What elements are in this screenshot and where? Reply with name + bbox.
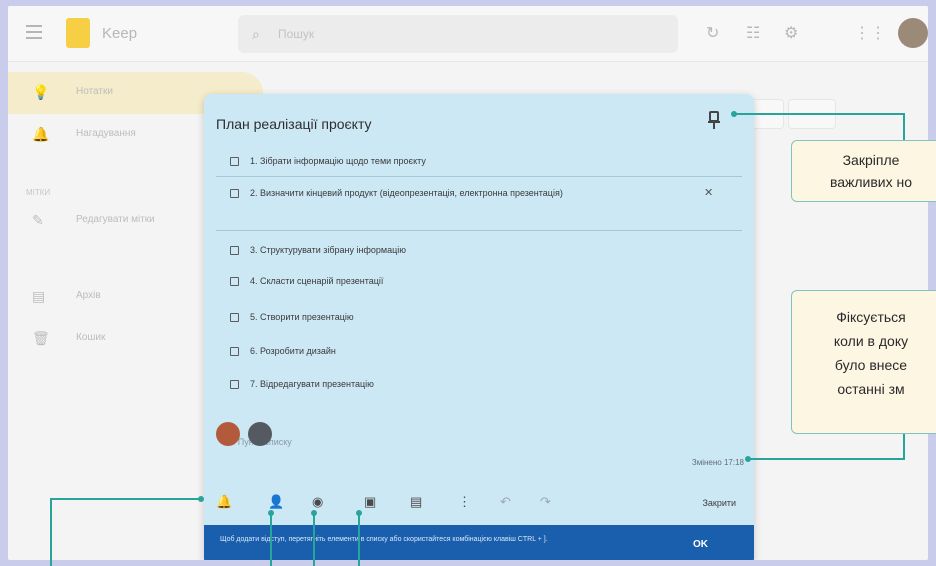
collaborator-avatar[interactable]: [248, 422, 272, 446]
more-icon[interactable]: ⋮: [458, 494, 471, 510]
item-divider: [216, 230, 742, 231]
bell-icon: 🔔: [32, 126, 50, 142]
refresh-icon[interactable]: ↻: [706, 23, 719, 43]
sidebar-item-label: Нагадування: [76, 128, 136, 139]
palette-icon[interactable]: ◉: [312, 494, 323, 510]
pin-callout-line: [734, 113, 904, 115]
list-item-text[interactable]: 3. Структурувати зібрану інформацію: [250, 243, 690, 258]
image-icon[interactable]: ▣: [364, 494, 376, 510]
edited-callout-line: [750, 458, 905, 460]
search-input[interactable]: Пошук: [278, 27, 314, 41]
settings-icon[interactable]: ⚙: [784, 23, 798, 43]
edited-callout-dot: [745, 456, 751, 462]
checkbox[interactable]: [230, 277, 239, 286]
callout-text: було внесе: [834, 357, 908, 373]
redo-icon[interactable]: ↷: [540, 494, 551, 510]
app-name: Keep: [102, 25, 138, 42]
reminder-icon[interactable]: 🔔: [216, 494, 232, 510]
account-avatar[interactable]: [898, 18, 928, 48]
pin-callout: Закріпле важливих но: [791, 140, 936, 202]
note-editor[interactable]: План реалізації проєкту 1. Зібрати інфор…: [204, 94, 754, 560]
archive-icon: ▤: [32, 288, 46, 304]
palette-callout-line: [313, 512, 315, 566]
edited-timestamp: Змінено 17:18: [691, 458, 744, 467]
list-item-text[interactable]: 4. Скласти сценарій презентації: [250, 274, 690, 289]
callout-text: Закріпле: [842, 152, 900, 168]
reminder-callout-line: [50, 498, 52, 566]
reminder-callout-line: [50, 498, 200, 500]
checkbox[interactable]: [230, 246, 239, 255]
checkbox[interactable]: [230, 347, 239, 356]
undo-icon[interactable]: ↶: [500, 494, 511, 510]
lightbulb-icon: 💡: [32, 84, 50, 100]
callout-text: Фіксується: [836, 309, 906, 325]
sidebar-item-label: Архів: [76, 290, 101, 301]
pencil-icon: ✎: [32, 212, 44, 228]
callout-text: важливих но: [829, 174, 913, 190]
archive-icon[interactable]: ▤: [410, 494, 422, 510]
search-icon: ⌕: [252, 26, 260, 42]
apps-grid-icon[interactable]: ⋮⋮: [854, 23, 886, 43]
edited-callout-line: [903, 434, 905, 459]
snackbar-text: Щоб додати відступ, перетягніть елементи…: [220, 536, 548, 543]
close-button[interactable]: Закрити: [702, 498, 736, 508]
sidebar-item-label: Редагувати мітки: [76, 214, 155, 225]
checkbox[interactable]: [230, 380, 239, 389]
labels-heading: МІТКИ: [26, 188, 51, 197]
keep-logo-icon: [66, 18, 90, 48]
list-item-text[interactable]: 1. Зібрати інформацію щодо теми проєкту: [250, 154, 690, 169]
sidebar-item-label: Кошик: [76, 332, 106, 343]
checkbox[interactable]: [230, 157, 239, 166]
sidebar-item-label: Нотатки: [76, 86, 113, 97]
collaborator-icon[interactable]: 👤: [268, 494, 284, 510]
snackbar-ok-button[interactable]: OK: [693, 539, 708, 550]
callout-text: останні зм: [837, 381, 905, 397]
collaborator-avatar[interactable]: [216, 422, 240, 446]
list-item-text[interactable]: 6. Розробити дизайн: [250, 344, 690, 359]
pin-icon[interactable]: [706, 110, 722, 132]
search-box[interactable]: ⌕ Пошук: [238, 15, 678, 53]
trash-icon: 🗑: [32, 330, 50, 346]
pin-callout-line: [903, 113, 905, 141]
image-callout-line: [358, 512, 360, 566]
top-bar: Keep ⌕ Пошук ↻ ☷ ⚙ ⋮⋮: [8, 6, 928, 62]
checkbox[interactable]: [230, 313, 239, 322]
list-view-icon[interactable]: ☷: [746, 23, 760, 43]
note-title[interactable]: План реалізації проєкту: [216, 116, 372, 132]
list-item-text[interactable]: 7. Відредагувати презентацію: [250, 377, 690, 392]
item-divider: [216, 176, 742, 177]
collaborator-callout-line: [270, 512, 272, 566]
snackbar: Щоб додати відступ, перетягніть елементи…: [204, 525, 754, 560]
checkbox[interactable]: [230, 189, 239, 198]
list-item-text[interactable]: 5. Створити презентацію: [250, 310, 690, 325]
edited-callout: Фіксується коли в доку було внесе останн…: [791, 290, 936, 434]
callout-text: коли в доку: [833, 333, 909, 349]
menu-icon[interactable]: [26, 25, 42, 39]
close-icon[interactable]: ✕: [704, 186, 713, 199]
list-item-text[interactable]: 2. Визначити кінцевий продукт (відеопрез…: [250, 186, 690, 201]
keep-app-window: Keep ⌕ Пошук ↻ ☷ ⚙ ⋮⋮ 💡 Нотатки 🔔 Нагаду…: [8, 6, 928, 560]
